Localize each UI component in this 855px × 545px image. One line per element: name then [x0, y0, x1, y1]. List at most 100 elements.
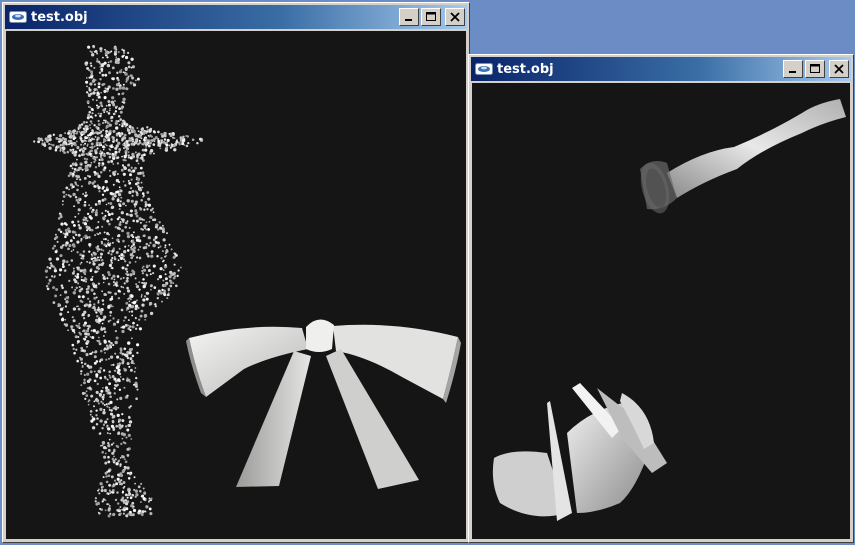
- point: [101, 212, 104, 215]
- point: [81, 257, 85, 260]
- maximize-button[interactable]: [805, 60, 825, 78]
- point: [126, 289, 131, 293]
- point: [104, 238, 107, 241]
- point: [139, 207, 142, 209]
- point: [96, 59, 99, 63]
- maximize-button[interactable]: [421, 8, 441, 26]
- point: [140, 127, 144, 131]
- point: [126, 87, 129, 90]
- minimize-button[interactable]: [783, 60, 803, 78]
- desktop: { "windows": [ { "title": "test.obj", "s…: [0, 0, 855, 545]
- point: [128, 303, 132, 308]
- point: [136, 155, 139, 159]
- point: [161, 249, 165, 253]
- point: [96, 104, 98, 107]
- point: [79, 253, 82, 256]
- point: [72, 137, 76, 140]
- point: [76, 275, 79, 278]
- point: [112, 344, 115, 347]
- point: [142, 487, 145, 490]
- point: [126, 276, 129, 280]
- point: [122, 486, 125, 489]
- point: [49, 262, 53, 265]
- 3d-viewport[interactable]: [472, 83, 850, 539]
- point: [122, 239, 125, 243]
- point: [112, 375, 115, 377]
- point: [162, 238, 166, 242]
- point: [117, 115, 121, 118]
- point: [81, 269, 84, 272]
- point: [123, 282, 126, 285]
- point: [113, 392, 116, 395]
- point: [145, 130, 149, 133]
- point: [135, 493, 139, 497]
- point: [87, 113, 91, 117]
- point: [165, 143, 169, 147]
- window-titlebar[interactable]: test.obj: [5, 5, 467, 29]
- point: [92, 417, 96, 421]
- point: [91, 426, 96, 430]
- point: [124, 245, 127, 248]
- point: [121, 164, 125, 167]
- point: [103, 197, 107, 201]
- point: [118, 480, 122, 484]
- point: [105, 129, 109, 133]
- point: [108, 409, 111, 411]
- point: [128, 380, 131, 383]
- point: [107, 212, 111, 217]
- point: [145, 242, 149, 246]
- point: [137, 162, 140, 165]
- point: [150, 499, 152, 502]
- point: [71, 286, 74, 289]
- point: [118, 180, 121, 184]
- point: [107, 132, 111, 136]
- point: [75, 198, 79, 202]
- point: [124, 68, 128, 72]
- close-button[interactable]: [829, 60, 849, 78]
- point: [116, 71, 119, 75]
- point: [70, 144, 73, 147]
- point: [117, 420, 120, 423]
- point: [141, 281, 144, 284]
- point: [103, 315, 107, 319]
- point: [97, 174, 101, 179]
- point: [62, 232, 65, 235]
- point: [106, 277, 109, 280]
- minimize-button[interactable]: [399, 8, 419, 26]
- point: [122, 51, 126, 55]
- point: [79, 178, 82, 181]
- point: [102, 445, 107, 450]
- point: [134, 190, 137, 192]
- point: [135, 397, 138, 401]
- point: [145, 264, 149, 267]
- point: [124, 260, 127, 263]
- point: [185, 144, 189, 148]
- point: [152, 243, 156, 248]
- point: [69, 195, 72, 198]
- 3d-viewport[interactable]: [6, 31, 466, 539]
- point: [111, 295, 114, 298]
- point: [102, 476, 105, 479]
- point: [97, 85, 101, 89]
- point: [146, 191, 150, 194]
- window-titlebar[interactable]: test.obj: [471, 57, 851, 81]
- close-button[interactable]: [445, 8, 465, 26]
- point: [137, 185, 140, 188]
- point: [80, 130, 84, 134]
- point: [106, 121, 110, 125]
- point: [59, 254, 63, 258]
- point: [103, 138, 106, 141]
- point: [148, 501, 150, 503]
- point: [116, 162, 120, 165]
- point: [83, 373, 86, 377]
- point: [128, 310, 131, 313]
- point: [126, 127, 129, 130]
- point: [52, 301, 56, 304]
- point: [115, 119, 118, 123]
- point: [85, 280, 87, 283]
- point: [121, 124, 124, 128]
- point: [108, 250, 111, 252]
- point: [108, 139, 111, 142]
- point: [65, 193, 68, 196]
- point: [120, 326, 123, 329]
